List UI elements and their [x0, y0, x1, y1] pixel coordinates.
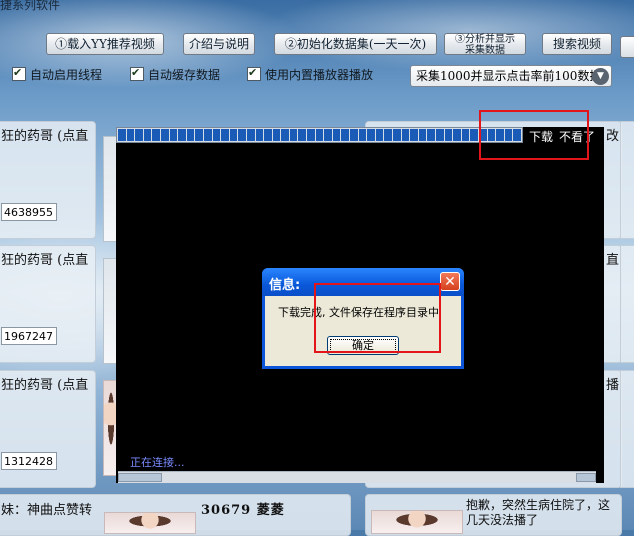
- video-card-title-edge: 播: [606, 378, 620, 393]
- progress-segment: [160, 129, 169, 141]
- progress-segment: [118, 129, 126, 141]
- checkbox-checked-icon: [12, 65, 26, 81]
- progress-segment: [281, 129, 289, 141]
- scrollbar-thumb[interactable]: [118, 473, 162, 482]
- collect-mode-select[interactable]: 采集1000并显示点击率前100数据 ▼: [410, 65, 612, 87]
- progress-segment: [195, 129, 203, 141]
- video-card-title: 狂的药哥 (点直: [1, 129, 89, 144]
- progress-segment: [169, 129, 178, 141]
- chevron-down-icon: ▼: [592, 68, 609, 85]
- progress-segment: [246, 129, 255, 141]
- window-title: 捷系列软件: [0, 0, 61, 12]
- init-dataset-button[interactable]: ②初始化数据集(一天一次): [274, 33, 437, 55]
- progress-segment: [212, 129, 221, 141]
- auto-cache-label: 自动缓存数据: [148, 68, 221, 82]
- horizontal-scrollbar[interactable]: [118, 471, 596, 483]
- video-thumbnail[interactable]: [104, 512, 196, 534]
- auto-thread-label: 自动启用线程: [30, 68, 103, 82]
- progress-segment: [332, 129, 341, 141]
- connection-status: 正在连接...: [130, 456, 185, 469]
- progress-segment: [229, 129, 238, 141]
- checkbox-checked-icon: [130, 65, 144, 81]
- progress-segment: [203, 129, 212, 141]
- progress-segment: [324, 129, 332, 141]
- progress-segment: [264, 129, 272, 141]
- progress-segment: [238, 129, 246, 141]
- auto-cache-checkbox[interactable]: 自动缓存数据: [130, 65, 221, 83]
- progress-segment: [418, 129, 427, 141]
- video-card-title-line1: 抱歉，突然生病住院了，这: [466, 498, 611, 512]
- progress-segment: [152, 129, 160, 141]
- video-thumbnail[interactable]: [371, 510, 463, 534]
- overflow-button[interactable]: [620, 36, 634, 58]
- close-icon[interactable]: ✕: [440, 272, 460, 291]
- video-card-title: 狂的药哥 (点直: [1, 378, 89, 393]
- progress-segment: [315, 129, 324, 141]
- video-card-title: 抱歉，突然生病住院了，这 几天没法播了: [466, 498, 610, 528]
- analyze-data-button[interactable]: ③分析并显示 采集数据: [444, 33, 526, 56]
- search-video-button[interactable]: 搜索视频: [542, 33, 612, 55]
- builtin-player-checkbox[interactable]: 使用内置播放器播放: [247, 65, 374, 83]
- progress-segment: [135, 129, 143, 141]
- room-id-field[interactable]: 4638955: [1, 203, 57, 221]
- progress-segment: [178, 129, 186, 141]
- analyze-label-line2: 采集数据: [465, 45, 505, 56]
- video-card[interactable]: 狂的药哥 (点直 1967247: [0, 245, 96, 363]
- progress-segment: [401, 129, 410, 141]
- progress-segment: [186, 129, 195, 141]
- annotation-highlight-dialog: [314, 283, 441, 353]
- card-edge: [620, 245, 634, 363]
- progress-segment: [255, 129, 264, 141]
- intro-button[interactable]: 介绍与说明: [183, 33, 255, 55]
- video-card-title: 妹：神曲点赞转: [1, 503, 93, 518]
- progress-segment: [307, 129, 315, 141]
- progress-segment: [341, 129, 350, 141]
- dialog-title: 信息:: [269, 278, 301, 293]
- card-edge: [620, 370, 634, 488]
- progress-segment: [298, 129, 307, 141]
- load-recommended-button[interactable]: ①载入YY推荐视频: [46, 33, 164, 55]
- progress-segment: [427, 129, 435, 141]
- progress-segment: [221, 129, 229, 141]
- progress-segment: [126, 129, 135, 141]
- builtin-player-label: 使用内置播放器播放: [265, 68, 374, 82]
- progress-segment: [444, 129, 453, 141]
- progress-segment: [453, 129, 461, 141]
- progress-segment: [358, 129, 367, 141]
- video-card-title-edge: 改: [606, 129, 620, 144]
- progress-segment: [367, 129, 375, 141]
- progress-segment: [393, 129, 401, 141]
- analyze-label-line1: ③分析并显示: [455, 34, 515, 45]
- collect-mode-value: 采集1000并显示点击率前100数据: [416, 69, 602, 83]
- progress-segment: [410, 129, 418, 141]
- progress-segment: [375, 129, 384, 141]
- room-id-field[interactable]: 1312428: [1, 452, 57, 470]
- video-card-title-line2: 几天没法播了: [466, 513, 539, 527]
- annotation-highlight-download: [479, 110, 589, 160]
- video-card[interactable]: 狂的药哥 (点直 4638955: [0, 121, 96, 239]
- progress-segment: [272, 129, 281, 141]
- checkbox-checked-icon: [247, 65, 261, 81]
- room-id-field[interactable]: 1967247: [1, 327, 57, 345]
- progress-segment: [350, 129, 358, 141]
- video-card-title: 狂的药哥 (点直: [1, 253, 89, 268]
- video-card-title-edge: 直: [606, 253, 620, 268]
- progress-segment: [470, 129, 478, 141]
- download-progress-bar: [116, 127, 523, 143]
- video-card-title: 30679 菱菱: [201, 503, 285, 518]
- video-card[interactable]: 狂的药哥 (点直 1312428: [0, 370, 96, 488]
- progress-segment: [461, 129, 470, 141]
- progress-segment: [289, 129, 298, 141]
- progress-segment: [435, 129, 444, 141]
- card-edge: [620, 121, 634, 239]
- progress-segment: [384, 129, 392, 141]
- auto-thread-checkbox[interactable]: 自动启用线程: [12, 65, 103, 83]
- scrollbar-arrow[interactable]: [576, 473, 596, 482]
- progress-segment: [143, 129, 152, 141]
